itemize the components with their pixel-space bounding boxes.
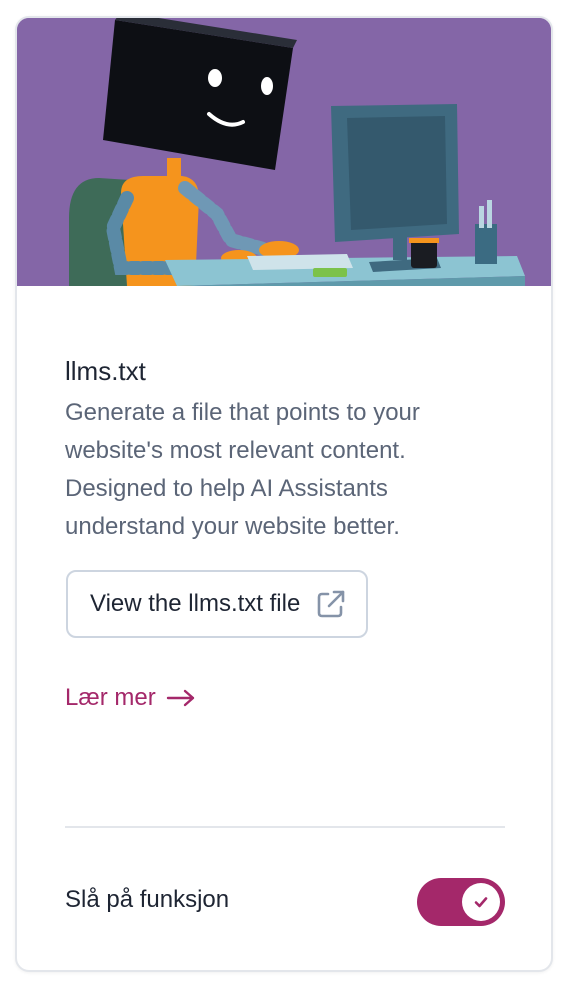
card-title: llms.txt [65,356,146,386]
check-icon [474,897,488,908]
view-llms-file-button-label: View the llms.txt file [90,590,301,617]
learn-more-link[interactable]: Lær mer [65,684,196,712]
feature-card: llms.txt Generate a file that points to … [15,16,553,972]
feature-toggle-label: Slå på funksjon [65,886,230,913]
feature-toggle[interactable] [417,878,505,926]
robot-at-computer-illustration [17,18,551,286]
external-link-icon [317,590,345,618]
learn-more-label: Lær mer [65,684,156,711]
toggle-knob [462,883,500,921]
card-description: Generate a file that points to your webs… [65,399,420,540]
footer-divider [65,826,505,828]
arrow-right-icon [166,689,194,707]
view-llms-file-button[interactable]: View the llms.txt file [66,570,369,638]
